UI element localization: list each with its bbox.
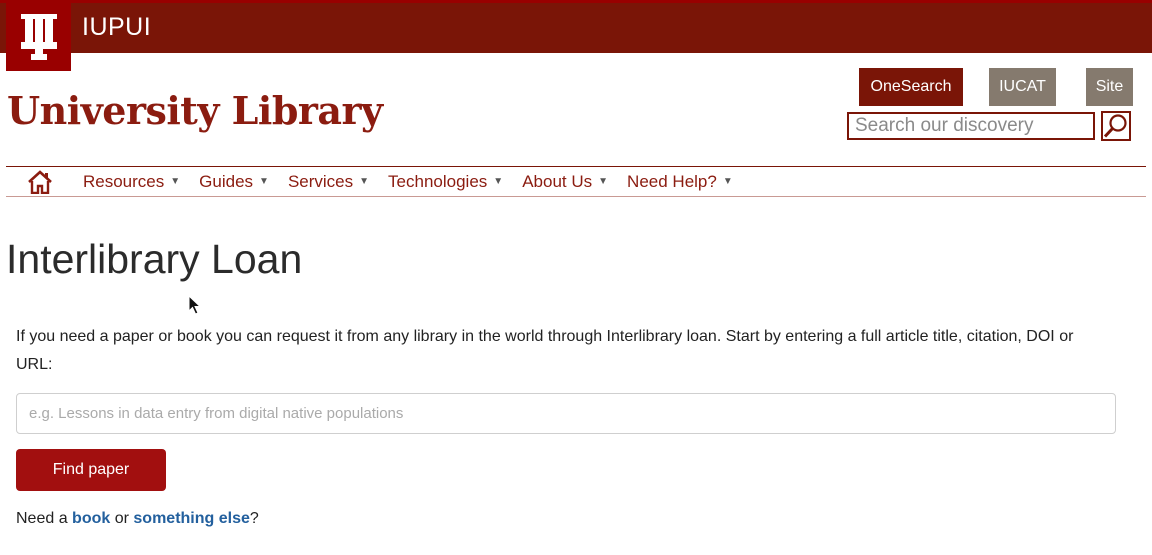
nav-item-about-us[interactable]: About Us ▼ <box>522 172 608 192</box>
top-bar: IUPUI <box>0 0 1152 53</box>
mouse-pointer-icon <box>188 295 202 315</box>
brand-name[interactable]: IUPUI <box>82 13 151 42</box>
something-else-link[interactable]: something else <box>133 510 249 527</box>
nav-item-label: Guides <box>199 171 254 191</box>
nav-item-resources[interactable]: Resources ▼ <box>83 172 180 192</box>
library-title[interactable]: University Library <box>7 88 383 133</box>
intro-text: If you need a paper or book you can requ… <box>16 328 1074 373</box>
caret-down-icon: ▼ <box>598 176 609 187</box>
page-title: Interlibrary Loan <box>6 236 303 282</box>
caret-down-icon: ▼ <box>359 176 370 187</box>
nav-item-guides[interactable]: Guides ▼ <box>199 172 269 192</box>
need-prefix-text: Need a <box>16 510 68 527</box>
onesearch-scope-button[interactable]: OneSearch <box>859 68 963 106</box>
search-button[interactable] <box>1101 111 1131 141</box>
home-link[interactable] <box>27 169 53 195</box>
nav-item-label: Services <box>287 171 354 191</box>
iu-trident-logo[interactable] <box>6 0 71 71</box>
find-paper-button[interactable]: Find paper <box>16 449 166 491</box>
nav-item-technologies[interactable]: Technologies ▼ <box>388 172 503 192</box>
nav-item-need-help[interactable]: Need Help? ▼ <box>627 172 733 192</box>
trident-icon <box>20 13 57 60</box>
nav-item-services[interactable]: Services ▼ <box>288 172 369 192</box>
book-link[interactable]: book <box>72 510 110 527</box>
iucat-scope-button[interactable]: IUCAT <box>989 68 1056 106</box>
nav-item-label: About Us <box>522 171 593 191</box>
or-text: or <box>114 510 129 527</box>
need-suffix-text: ? <box>249 510 259 527</box>
caret-down-icon: ▼ <box>493 176 504 187</box>
discovery-search-input[interactable] <box>847 112 1095 140</box>
caret-down-icon: ▼ <box>170 176 181 187</box>
home-icon <box>28 169 52 194</box>
nav-item-label: Technologies <box>388 171 488 191</box>
magnifier-icon <box>1103 114 1127 138</box>
nav-item-label: Need Help? <box>627 171 717 191</box>
need-other-line: Need a book or something else? <box>16 510 259 528</box>
caret-down-icon: ▼ <box>722 176 733 187</box>
citation-input[interactable] <box>16 393 1116 434</box>
nav-item-label: Resources <box>83 171 165 191</box>
main-nav: Resources ▼ Guides ▼ Services ▼ Technologie… <box>6 166 1146 197</box>
caret-down-icon: ▼ <box>259 176 269 187</box>
site-scope-button[interactable]: Site <box>1086 68 1133 106</box>
